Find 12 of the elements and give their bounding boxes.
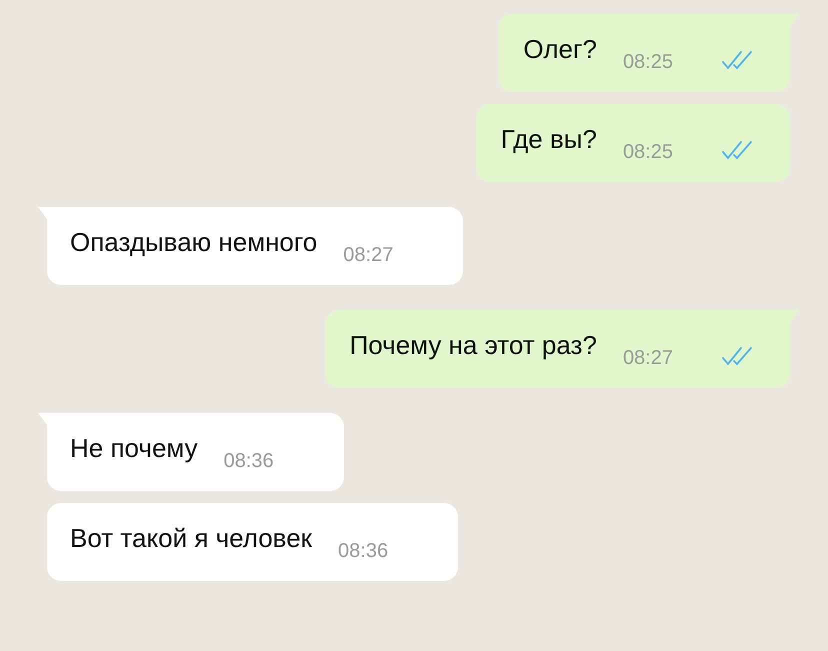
message-text: Опаздываю немного (70, 226, 318, 258)
message-text: Не почему (70, 432, 198, 464)
message-text: Вот такой я человек (70, 522, 312, 554)
message-time: 08:27 (343, 244, 394, 266)
message-text: Где вы? (500, 124, 597, 154)
message-time: 08:27 (622, 346, 673, 370)
message-time: 08:36 (224, 450, 274, 472)
message-time: 08:25 (622, 50, 673, 74)
message-time: 08:25 (622, 140, 673, 164)
message-text: Олег? (523, 34, 597, 64)
message-time: 08:36 (338, 540, 388, 562)
message-text: Почему на этот раз? (350, 330, 597, 360)
